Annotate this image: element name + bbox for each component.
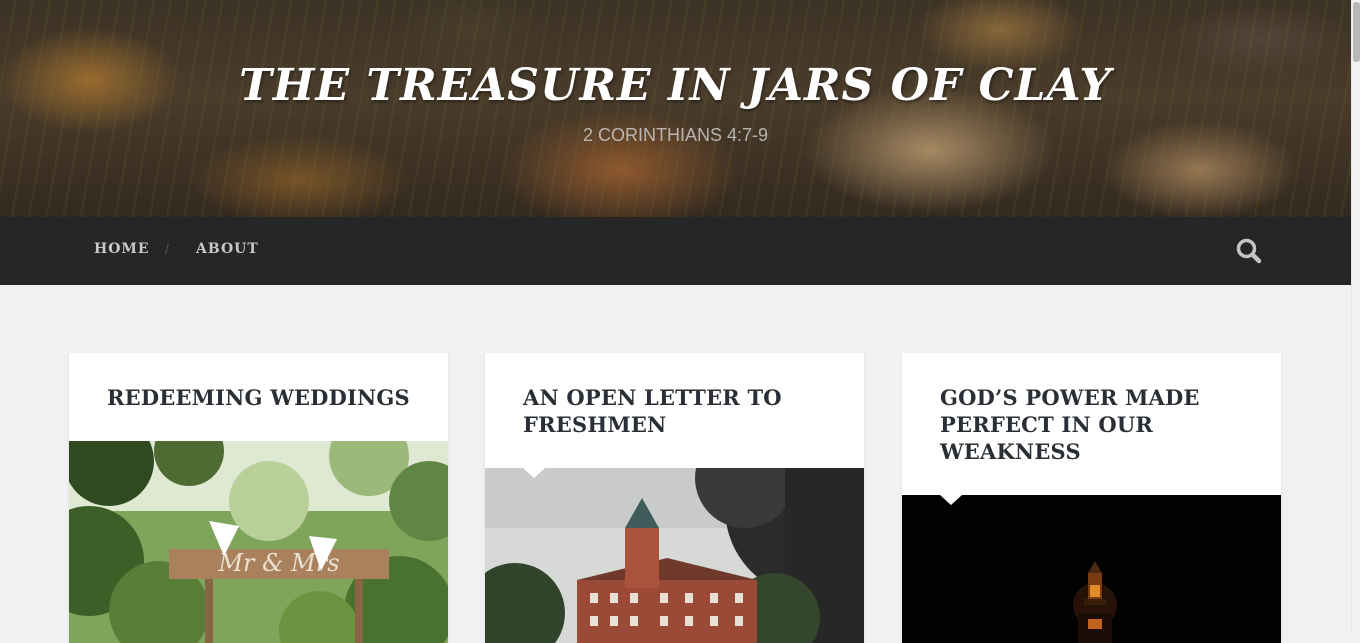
- site-header: THE TREASURE IN JARS OF CLAY 2 CORINTHIA…: [0, 0, 1351, 217]
- card-notch: [523, 468, 545, 478]
- post-card[interactable]: GOD’S POWER MADE PERFECT IN OUR WEAKNESS: [902, 353, 1281, 643]
- nav-item-about[interactable]: ABOUT: [196, 241, 259, 257]
- post-title[interactable]: AN OPEN LETTER TO FRESHMEN: [523, 384, 833, 438]
- site-title[interactable]: THE TREASURE IN JARS OF CLAY: [0, 60, 1351, 111]
- main-navigation: HOME / ABOUT: [0, 217, 1351, 285]
- post-card[interactable]: AN OPEN LETTER TO FRESHMEN: [485, 353, 864, 643]
- post-card[interactable]: REDEEMING WEDDINGS Mr & Mrs: [69, 353, 448, 643]
- nav-separator: /: [165, 241, 169, 257]
- nav-item-home[interactable]: HOME: [94, 241, 150, 257]
- scrollbar-thumb[interactable]: [1353, 2, 1360, 62]
- site-description: 2 CORINTHIANS 4:7-9: [582, 125, 769, 145]
- post-title[interactable]: GOD’S POWER MADE PERFECT IN OUR WEAKNESS: [940, 384, 1250, 465]
- card-notch: [940, 495, 962, 505]
- page-scrollbar[interactable]: [1351, 0, 1360, 630]
- dark-lantern-image[interactable]: [902, 495, 1281, 643]
- wedding-sign-image[interactable]: Mr & Mrs: [69, 416, 448, 643]
- search-icon[interactable]: [1234, 236, 1264, 266]
- post-title[interactable]: REDEEMING WEDDINGS: [107, 384, 417, 411]
- brick-building-image[interactable]: [485, 418, 864, 643]
